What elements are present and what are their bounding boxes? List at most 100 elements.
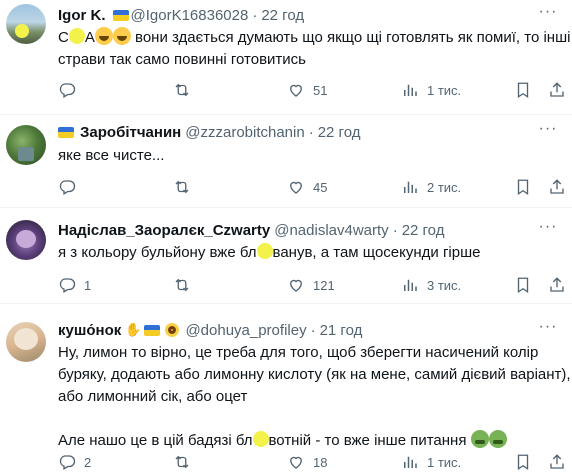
like-count: 18 [313,454,328,470]
bookmark-icon [517,82,529,99]
timestamp[interactable]: 22 год [318,124,361,141]
reply-button[interactable]: 2 [58,452,91,472]
more-options-icon[interactable]: ··· [538,4,558,25]
author-name[interactable]: Надіслав_Заоралєк_Czwarty [58,222,270,239]
bookmark-button[interactable] [514,275,532,295]
retweet-icon [175,278,189,292]
ukraine-flag-icon [112,9,129,21]
share-icon [550,454,564,469]
share-button[interactable] [548,177,566,197]
reply-icon [59,180,76,195]
avatar[interactable] [6,125,46,165]
timestamp[interactable]: 22 год [261,7,304,24]
views-chart-icon [404,279,417,291]
laughing-emoji-icon [94,27,113,45]
author-handle[interactable]: @dohuya_profiley [185,322,306,339]
ukraine-flag-icon [58,126,74,138]
reply-count: 2 [84,454,92,470]
tweet-text: я з кольору бульйону вже бл ванув, а там … [58,243,481,261]
views-chart-icon [404,456,417,468]
bookmark-button[interactable] [514,452,532,472]
views-chart-icon [404,84,417,96]
tweet-header: Igor K. @IgorK16836028 · 22 год [58,5,304,25]
tweet-actions: 45 2 тис. [58,177,564,197]
bookmark-icon [517,454,529,471]
heart-icon [290,181,302,194]
tweet-text: Ну, лимон то вірно, це треба для того, щ… [58,344,571,449]
share-button[interactable] [548,80,566,100]
vomiting-face-emoji-icon [488,430,507,448]
separator-dot: · [310,321,316,339]
bookmark-icon [517,179,529,196]
highlight-marker [256,243,273,259]
author-name[interactable]: Заробітчанин [80,124,181,141]
share-button[interactable] [548,275,566,295]
share-icon [550,82,564,97]
reply-icon [59,455,76,470]
retweet-icon [175,180,189,194]
view-count: 2 тис. [427,179,462,195]
reply-count: 1 [84,277,92,293]
retweet-button[interactable] [173,452,191,472]
views-button[interactable]: 2 тис. [401,177,461,197]
view-count: 3 тис. [427,277,462,293]
like-button[interactable]: 51 [287,80,327,100]
retweet-button[interactable] [173,275,191,295]
heart-icon [290,456,302,469]
tweet: Надіслав_Заоралєк_Czwarty @nadislav4wart… [0,208,572,304]
share-button[interactable] [548,452,566,472]
reply-icon [59,278,76,293]
bookmark-button[interactable] [514,177,532,197]
tweet-header: кушо́нок ✋ @dohuya_profiley · 21 год [58,320,362,340]
views-button[interactable]: 1 тис. [401,452,461,472]
reply-button[interactable] [58,177,76,197]
bookmark-icon [517,277,529,294]
avatar[interactable] [6,4,46,44]
author-name[interactable]: Igor K. [58,7,106,24]
more-options-icon[interactable]: ··· [538,219,558,240]
tweet-actions: 1 121 3 тис. [58,275,564,295]
author-handle[interactable]: @IgorK16836028 [131,7,249,24]
separator-dot: · [392,221,398,239]
like-button[interactable]: 45 [287,177,327,197]
like-button[interactable]: 18 [287,452,327,472]
ukraine-flag-icon [144,324,161,336]
reply-button[interactable] [58,80,76,100]
sunflower-icon [165,323,180,337]
retweet-button[interactable] [173,80,191,100]
tweet-text: СА вони здається думають що якщо щі гото… [58,27,571,68]
author-name[interactable]: кушо́нок [58,322,121,339]
reply-button[interactable]: 1 [58,275,91,295]
timestamp[interactable]: 22 год [402,222,445,239]
tweet: Заробітчанин @zzzarobitchanin · 22 год ·… [0,115,572,208]
folded-hands-icon: ✋ [125,322,142,337]
tweet-header: Надіслав_Заоралєк_Czwarty @nadislav4wart… [58,220,444,240]
tweet: Igor K. @IgorK16836028 · 22 год ··· СА в… [0,0,572,115]
tweet-actions: 51 1 тис. [58,80,564,100]
views-chart-icon [404,181,417,193]
like-button[interactable]: 121 [287,275,335,295]
retweet-icon [175,83,189,97]
avatar[interactable] [6,220,46,260]
avatar[interactable] [6,322,46,362]
timestamp[interactable]: 21 год [320,322,363,339]
author-handle[interactable]: @zzzarobitchanin [185,124,304,141]
bookmark-button[interactable] [514,80,532,100]
views-button[interactable]: 1 тис. [401,80,461,100]
view-count: 1 тис. [427,454,462,470]
retweet-icon [175,455,189,469]
nauseated-face-emoji-icon [470,430,489,448]
retweet-button[interactable] [173,177,191,197]
like-count: 45 [313,179,328,195]
more-options-icon[interactable]: ··· [538,121,558,142]
more-options-icon[interactable]: ··· [538,319,558,340]
separator-dot: · [252,6,258,24]
views-button[interactable]: 3 тис. [401,275,461,295]
highlight-marker [252,431,269,447]
like-count: 121 [313,277,335,293]
share-icon [550,277,564,292]
heart-icon [290,279,302,292]
tweet-actions: 2 18 1 тис. [58,452,564,472]
laughing-emoji-icon [112,27,131,45]
author-handle[interactable]: @nadislav4warty [274,222,388,239]
